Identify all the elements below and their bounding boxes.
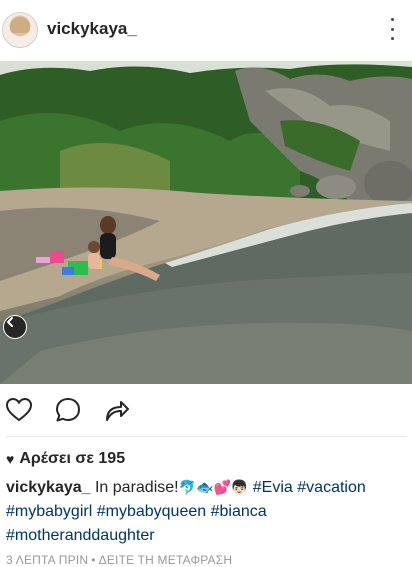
caption-text: In paradise!: [94, 479, 179, 496]
avatar[interactable]: [2, 12, 38, 48]
hashtag-link[interactable]: #mybabygirl: [6, 503, 92, 520]
post-photo[interactable]: [0, 61, 412, 384]
avatar-photo: [10, 17, 30, 33]
likes-count[interactable]: ♥ Αρέσει σε 195: [6, 450, 125, 468]
beach-photo-illustration: [0, 61, 412, 384]
post-header: vickykaya_: [0, 0, 412, 60]
heart-filled-icon: ♥: [6, 451, 15, 467]
share-arrow-icon[interactable]: [103, 396, 131, 424]
caption-username[interactable]: vickykaya_: [6, 479, 91, 496]
chevron-left-icon[interactable]: [3, 315, 27, 339]
post-username[interactable]: vickykaya_: [47, 19, 137, 39]
post-actions: [0, 396, 412, 426]
divider: [6, 436, 406, 437]
post-footer: 3 ΛΕΠΤΑ ΠΡΙΝ • ΔΕΙΤΕ ΤΗ ΜΕΤΑΦΡΑΣΗ: [6, 553, 232, 567]
more-options-icon[interactable]: [384, 18, 400, 40]
hashtag-link[interactable]: #motheranddaughter: [6, 527, 155, 544]
hashtag-link[interactable]: #mybabyqueen: [97, 503, 206, 520]
hashtag-link[interactable]: #bianca: [211, 503, 267, 520]
hashtag-link[interactable]: #vacation: [297, 479, 366, 496]
heart-outline-icon[interactable]: [5, 396, 33, 424]
post-caption: vickykaya_ In paradise!🐬🐟💕👦🏻 #Evia #vaca…: [6, 476, 406, 548]
separator-dot: •: [91, 553, 96, 567]
see-translation-link[interactable]: ΔΕΙΤΕ ΤΗ ΜΕΤΑΦΡΑΣΗ: [99, 553, 233, 567]
caption-emojis: 🐬🐟💕👦🏻: [178, 480, 249, 496]
post-timestamp: 3 ΛΕΠΤΑ ΠΡΙΝ: [6, 553, 89, 567]
comment-bubble-icon[interactable]: [54, 396, 82, 424]
hashtag-link[interactable]: #Evia: [253, 479, 293, 496]
likes-label: Αρέσει σε 195: [19, 450, 126, 467]
